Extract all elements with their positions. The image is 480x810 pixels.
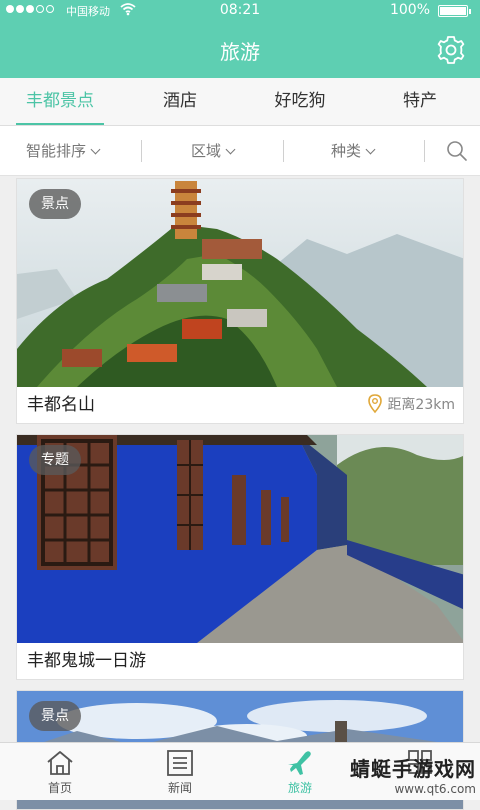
card-tag: 景点 — [29, 701, 81, 731]
battery-icon — [438, 5, 471, 17]
divider — [141, 140, 142, 162]
app-header: 旅游 — [0, 22, 480, 78]
card-tag: 景点 — [29, 189, 81, 219]
chevron-down-icon — [90, 144, 101, 155]
chevron-down-icon — [225, 144, 236, 155]
status-bar: 中国移动 08:21 100% — [0, 0, 480, 22]
chevron-down-icon — [365, 144, 376, 155]
attraction-name: 丰都鬼城一日游 — [27, 651, 146, 671]
nav-label: 旅游 — [287, 781, 312, 795]
distance-text: 距离23km — [387, 397, 455, 413]
nav-label: 新闻 — [167, 781, 192, 795]
home-icon — [47, 751, 73, 775]
grid-icon — [408, 750, 432, 774]
tab-food[interactable]: 好吃狗 — [240, 78, 360, 125]
nav-more[interactable] — [360, 743, 480, 800]
tab-specialties[interactable]: 特产 — [360, 78, 480, 125]
nav-label: 首页 — [47, 781, 72, 795]
distance: 距离23km — [367, 394, 455, 414]
nav-home[interactable]: 首页 — [0, 743, 120, 800]
card-tag: 专题 — [29, 445, 81, 475]
search-icon[interactable] — [446, 140, 468, 162]
gear-icon[interactable] — [436, 35, 466, 65]
nav-travel[interactable]: 旅游 — [240, 743, 360, 800]
region-dropdown[interactable]: 区域 — [191, 126, 236, 176]
news-icon — [167, 750, 193, 776]
plane-icon — [288, 751, 311, 775]
sort-dropdown[interactable]: 智能排序 — [26, 126, 101, 176]
attraction-name: 丰都名山 — [27, 395, 95, 415]
category-label: 种类 — [331, 142, 362, 160]
sort-label: 智能排序 — [26, 142, 87, 160]
category-dropdown[interactable]: 种类 — [331, 126, 376, 176]
divider — [424, 140, 425, 162]
page-title: 旅游 — [220, 40, 260, 64]
bottom-nav: 首页 新闻 旅游 蜻蜓手游戏网 www.qt6.com — [0, 742, 480, 800]
divider — [283, 140, 284, 162]
tab-scenic-spots[interactable]: 丰都景点 — [0, 78, 120, 125]
nav-news[interactable]: 新闻 — [120, 743, 240, 800]
attraction-card[interactable]: 景点 丰都名山 距离23km — [16, 178, 464, 424]
location-pin-icon — [368, 394, 383, 414]
mountain-temple-photo — [17, 179, 463, 387]
region-label: 区域 — [191, 142, 222, 160]
category-tabs: 丰都景点 酒店 好吃狗 特产 — [0, 78, 480, 126]
ghost-city-wall-photo — [17, 435, 463, 643]
attraction-card[interactable]: 专题 丰都鬼城一日游 — [16, 434, 464, 680]
battery-percent: 100% — [389, 2, 430, 18]
filter-bar: 智能排序 区域 种类 — [0, 126, 480, 176]
tab-hotels[interactable]: 酒店 — [120, 78, 240, 125]
